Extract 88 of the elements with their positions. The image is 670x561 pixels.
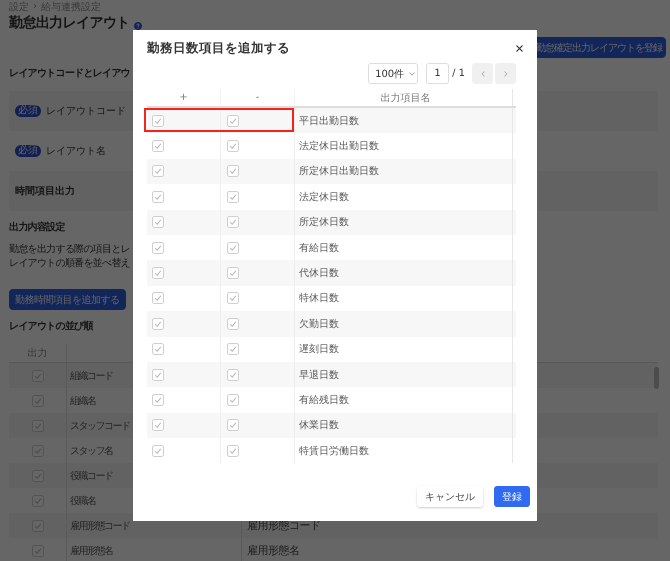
required-badge: 必須	[15, 105, 41, 117]
output-checkbox[interactable]	[32, 520, 44, 532]
field-label: レイアウト名	[46, 145, 106, 158]
cancel-button[interactable]: キャンセル	[417, 486, 483, 507]
page-title: 勤怠出力レイアウト	[9, 14, 130, 32]
item-name: 早退日数	[299, 368, 339, 382]
add-checkbox[interactable]	[152, 216, 164, 228]
item-name: 特賃日労働日数	[299, 444, 369, 458]
table-cell-text: 組織コード	[70, 370, 112, 382]
subtract-checkbox[interactable]	[227, 216, 239, 228]
subtract-checkbox[interactable]	[227, 190, 239, 203]
section-heading: 出力内容設定	[9, 221, 65, 235]
dialog-title: 勤務日数項目を追加する	[147, 40, 290, 56]
add-checkbox[interactable]	[152, 140, 164, 152]
subtract-checkbox[interactable]	[227, 140, 239, 152]
breadcrumb-separator: ›	[33, 1, 37, 12]
item-name: 休業日数	[299, 418, 339, 432]
subtract-checkbox[interactable]	[227, 394, 239, 406]
add-checkbox[interactable]	[152, 444, 164, 457]
subtract-checkbox[interactable]	[227, 318, 239, 330]
chevron-left-icon	[480, 70, 484, 76]
subtract-checkbox[interactable]	[227, 419, 239, 432]
next-page-button[interactable]	[495, 63, 516, 84]
section-heading: レイアウトの並び順	[9, 320, 93, 334]
table-cell-text: スタッフ名	[70, 444, 112, 458]
column-header: -	[256, 92, 260, 103]
subtract-checkbox[interactable]	[227, 267, 239, 280]
add-checkbox[interactable]	[152, 292, 164, 304]
chevron-down-icon	[409, 72, 416, 76]
section-heading: レイアウトコードとレイアウ	[9, 67, 130, 81]
add-checkbox[interactable]	[152, 190, 164, 203]
chevron-right-icon	[504, 70, 508, 76]
add-checkbox[interactable]	[152, 242, 164, 254]
section-description: 勤怠を出力する際の項目とレ レイアウトの順番を並べ替え	[9, 243, 130, 271]
subtract-checkbox[interactable]	[227, 292, 239, 304]
output-checkbox[interactable]	[32, 420, 44, 432]
add-items-button[interactable]: 勤務時間項目を追加する	[9, 289, 126, 310]
item-name: 所定休日出勤日数	[299, 164, 379, 178]
add-checkbox[interactable]	[152, 394, 164, 406]
item-name: 平日出勤日数	[299, 114, 359, 128]
item-name: 遅刻日数	[299, 342, 339, 356]
scrollbar-thumb[interactable]	[654, 367, 659, 389]
previous-page-button[interactable]	[472, 63, 493, 84]
output-checkbox[interactable]	[32, 494, 44, 506]
page-number-field[interactable]: 1	[426, 63, 450, 84]
output-checkbox[interactable]	[32, 370, 44, 382]
item-name: 有給日数	[299, 242, 339, 255]
column-header: +	[179, 92, 188, 103]
add-checkbox[interactable]	[152, 318, 164, 330]
output-checkbox[interactable]	[32, 470, 44, 482]
register-button[interactable]: 登録	[494, 486, 530, 507]
page-size-dropdown[interactable]: 100件	[368, 63, 418, 84]
table-cell-text: 雇用形態コード	[70, 520, 130, 532]
subtract-checkbox[interactable]	[227, 368, 239, 381]
item-name: 代休日数	[299, 267, 339, 280]
item-name: 法定休日数	[299, 190, 349, 204]
required-badge: 必須	[15, 145, 41, 157]
add-checkbox[interactable]	[152, 165, 164, 178]
table-cell-text: 役職名	[70, 494, 96, 508]
add-checkbox[interactable]	[152, 343, 164, 356]
add-checkbox[interactable]	[152, 114, 164, 127]
subtract-checkbox[interactable]	[227, 165, 239, 178]
help-icon[interactable]	[134, 22, 142, 30]
output-checkbox[interactable]	[32, 444, 44, 456]
subtract-checkbox[interactable]	[227, 114, 239, 127]
subtract-checkbox[interactable]	[227, 343, 239, 356]
add-checkbox[interactable]	[152, 419, 164, 432]
column-header: 出力項目名	[380, 92, 430, 104]
output-checkbox[interactable]	[32, 544, 44, 556]
item-name: 欠勤日数	[299, 318, 339, 331]
subtract-checkbox[interactable]	[227, 444, 239, 457]
table-cell-text: 役職コード	[70, 470, 112, 482]
table-cell-text: 組織名	[70, 394, 96, 408]
table-cell-text: スタッフコード	[70, 420, 130, 432]
field-label: レイアウトコード	[46, 105, 126, 118]
output-checkbox[interactable]	[32, 394, 44, 406]
item-name: 法定休日出勤日数	[299, 140, 379, 154]
page-total: / 1	[452, 68, 465, 79]
field-label: 時間項目出力	[15, 184, 75, 198]
item-name: 有給残日数	[299, 394, 349, 407]
table-cell-text: 雇用形態名	[70, 544, 112, 558]
close-icon[interactable]	[516, 44, 523, 52]
add-checkbox[interactable]	[152, 368, 164, 381]
subtract-checkbox[interactable]	[227, 242, 239, 254]
add-checkbox[interactable]	[152, 267, 164, 280]
table-cell: 雇用形態名	[247, 543, 300, 558]
item-name: 所定休日数	[299, 216, 349, 230]
item-name: 特休日数	[299, 292, 339, 306]
